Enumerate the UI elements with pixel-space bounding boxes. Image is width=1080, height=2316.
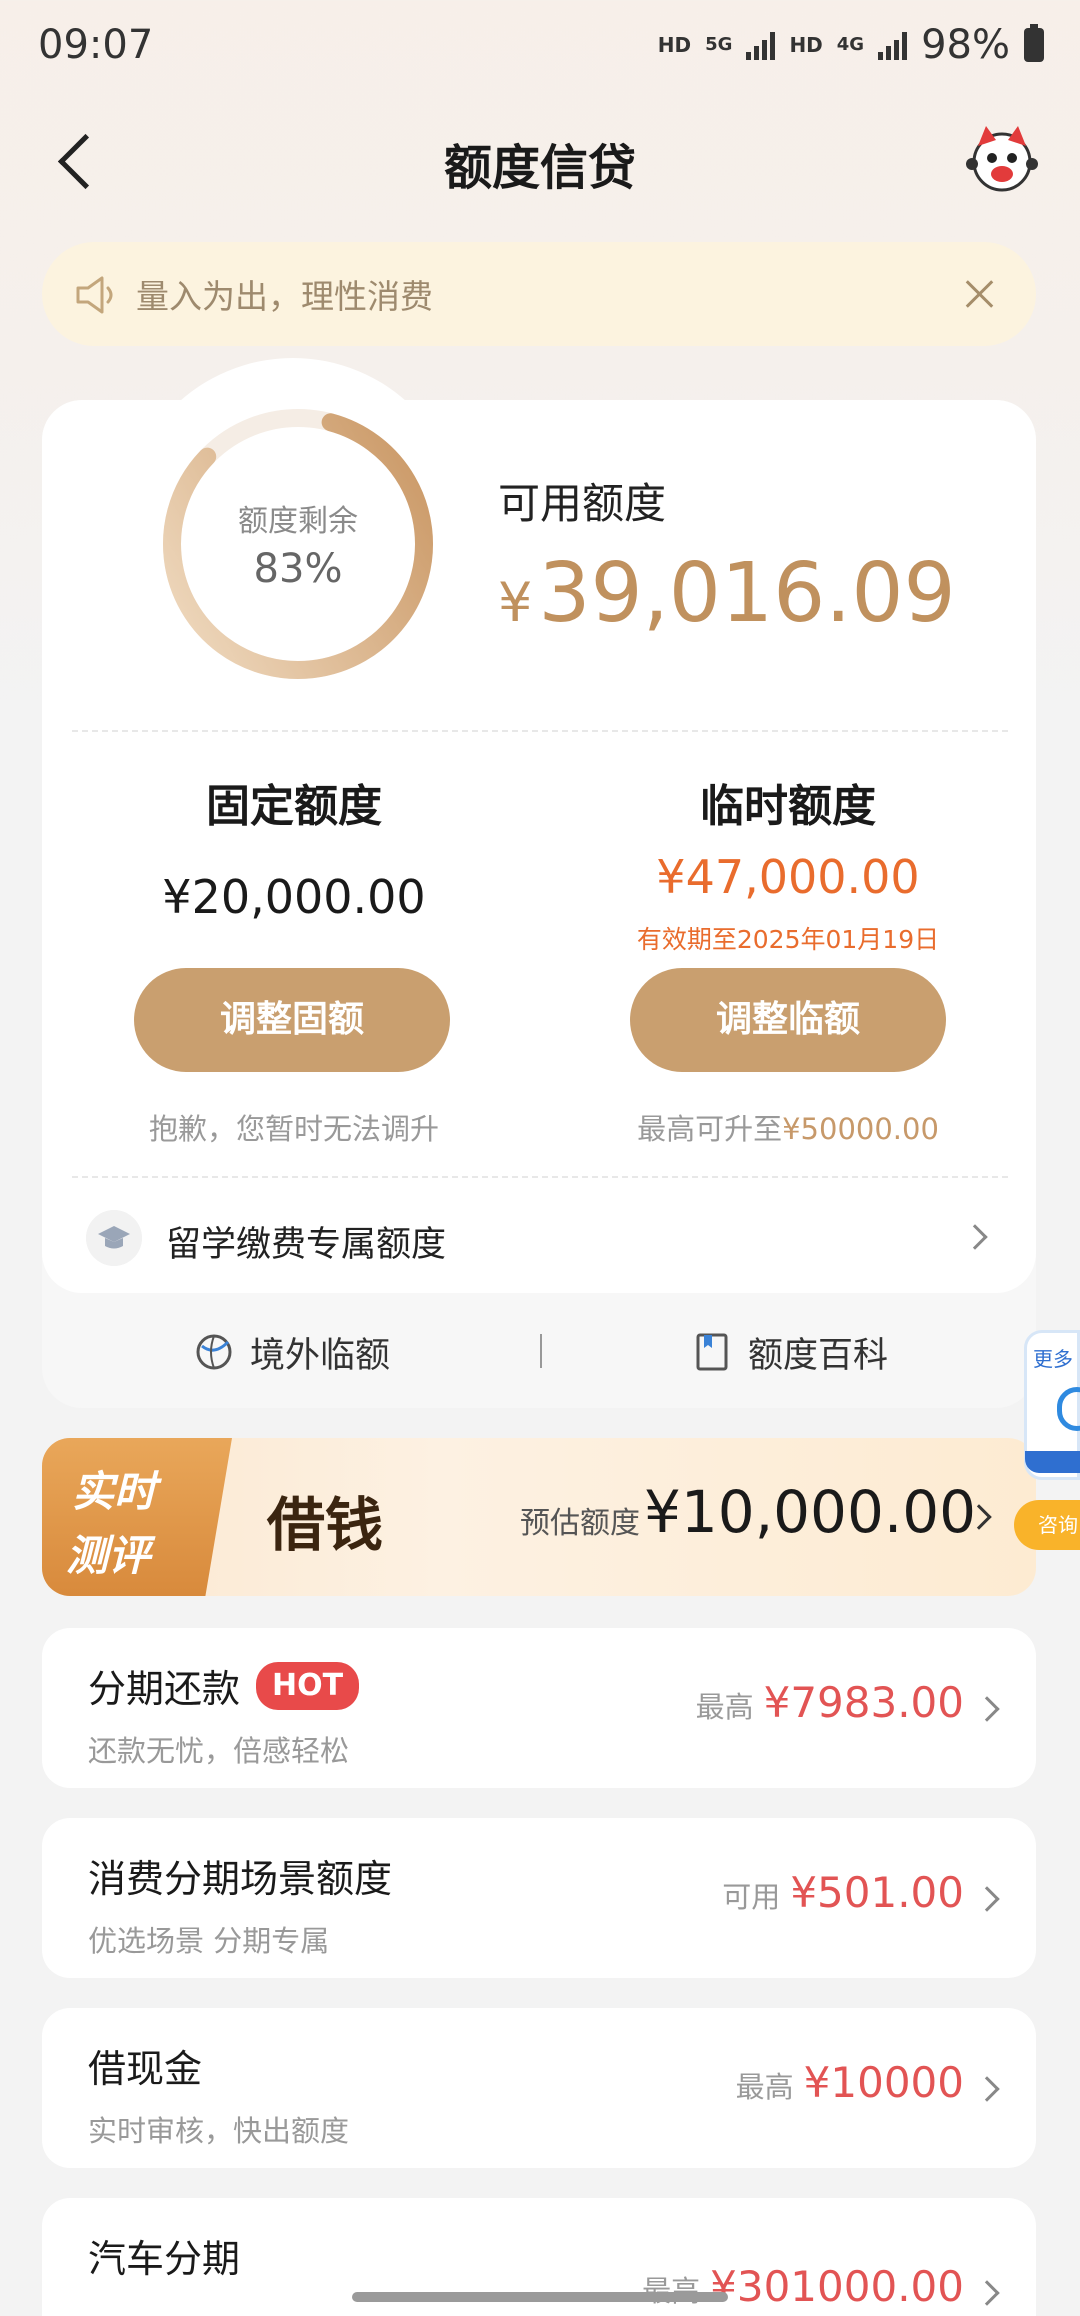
list-item-amount-group: 最高 ¥7983.00 <box>696 1678 964 1727</box>
network-5g-indicator: 5G <box>705 34 733 55</box>
nav-bar: 额度信贷 <box>0 110 1080 210</box>
list-item-title: 借现金 <box>88 2047 203 2091</box>
overseas-credit-link[interactable]: 境外临额 <box>192 1322 390 1382</box>
notice-text: 量入为出，理性消费 <box>136 277 433 316</box>
temporary-credit-value: ¥47,000.00 <box>656 850 920 904</box>
list-item-cash-loan[interactable]: 借现金 实时审核，快出额度 最高 ¥10000 <box>42 2008 1036 2168</box>
adjust-temporary-button[interactable]: 调整临额 <box>630 968 946 1072</box>
divider <box>72 730 1008 732</box>
study-abroad-label: 留学缴费专属额度 <box>166 1225 447 1265</box>
fixed-credit-title: 固定额度 <box>206 781 382 832</box>
list-item-consumer-installment[interactable]: 消费分期场景额度 优选场景 分期专属 可用 ¥501.00 <box>42 1818 1036 1978</box>
mascot-avatar-icon[interactable] <box>964 120 1040 196</box>
credit-encyclopedia-label: 额度百科 <box>748 1335 889 1376</box>
signal-icon <box>746 30 776 60</box>
hd-indicator: HD <box>657 33 692 57</box>
home-indicator[interactable] <box>352 2292 728 2302</box>
temporary-note-max: ¥50000.00 <box>782 1112 939 1146</box>
ring-chart <box>163 409 433 679</box>
available-credit-value: ¥39,016.09 <box>498 546 956 641</box>
list-item-title-text: 分期还款 <box>88 1667 241 1711</box>
widget-base <box>1025 1451 1080 1473</box>
study-abroad-credit-row[interactable]: 留学缴费专属额度 <box>72 1200 1008 1276</box>
amount-value: ¥10000 <box>803 2058 964 2107</box>
amount-value: ¥7983.00 <box>763 1678 964 1727</box>
realtime-eval-tag: 实时 测评 <box>42 1438 232 1596</box>
list-item-title: 分期还款 HOT <box>88 1658 360 1713</box>
amount-value: ¥501.00 <box>790 1868 964 1917</box>
borrow-money-banner[interactable]: 实时 测评 借钱 预估额度 ¥10,000.00 <box>42 1438 1036 1596</box>
battery-icon <box>1024 24 1044 62</box>
chevron-right-icon <box>974 2280 1000 2306</box>
available-credit-amount: 39,016.09 <box>538 546 956 641</box>
temporary-note-prefix: 最高可升至 <box>637 1112 783 1146</box>
amount-prefix: 最高 <box>642 2274 701 2308</box>
tag-line-2: 测评 <box>66 1531 151 1580</box>
close-icon[interactable] <box>952 266 1008 322</box>
divider-2 <box>72 1176 1008 1178</box>
graduation-cap-icon <box>86 1210 142 1266</box>
list-item-amount-group: 最高 ¥10000 <box>736 2058 964 2107</box>
fixed-credit-note: 抱歉，您暂时无法调升 <box>148 1112 439 1146</box>
chevron-right-icon <box>962 1224 988 1250</box>
credit-encyclopedia-link[interactable]: 额度百科 <box>690 1322 888 1382</box>
page-title: 额度信贷 <box>443 140 636 196</box>
chat-bubble-icon <box>1057 1387 1080 1431</box>
temporary-credit-title: 临时额度 <box>700 781 876 832</box>
borrow-money-title: 借钱 <box>267 1491 384 1559</box>
list-item-subtitle: 还款无忧，倍感轻松 <box>88 1734 350 1768</box>
amount-prefix: 可用 <box>722 1880 781 1914</box>
status-time: 09:07 <box>38 22 154 68</box>
overseas-globe-icon <box>196 1334 232 1370</box>
hd-indicator-2: HD <box>789 33 823 57</box>
amount-value: ¥301000.00 <box>710 2262 964 2311</box>
estimate-amount: ¥10,000.00 <box>644 1478 977 1546</box>
list-item-amount-group: 最高 ¥301000.00 <box>642 2262 964 2311</box>
quick-links-separator <box>540 1334 542 1368</box>
temporary-credit-note: 最高可升至¥50000.00 <box>588 1106 988 1148</box>
credit-remaining-ring: 额度剩余 83% <box>158 404 438 684</box>
ring-label: 额度剩余 <box>238 504 358 539</box>
chevron-right-icon <box>974 1886 1000 1912</box>
currency-symbol: ¥ <box>498 571 533 634</box>
more-label: 更多 <box>1033 1347 1073 1371</box>
list-item-subtitle: 优选场景 分期专属 <box>88 1924 330 1958</box>
list-item-title: 汽车分期 <box>88 2237 241 2281</box>
temporary-credit-expiry: 有效期至2025年01月19日 <box>636 925 940 954</box>
list-item-amount-group: 可用 ¥501.00 <box>722 1868 964 1917</box>
available-credit-label: 可用额度 <box>498 479 667 528</box>
ring-percent: 83% <box>253 546 343 592</box>
network-4g-indicator: 4G <box>836 34 865 55</box>
notice-bar: 量入为出，理性消费 <box>42 242 1036 346</box>
adjust-fixed-button[interactable]: 调整固额 <box>134 968 450 1072</box>
estimate-label: 预估额度 <box>520 1506 640 1541</box>
amount-prefix: 最高 <box>735 2070 794 2104</box>
amount-prefix: 最高 <box>695 1690 754 1724</box>
list-item-title: 消费分期场景额度 <box>88 1857 393 1901</box>
consult-float-button[interactable]: 咨询 <box>1014 1500 1080 1550</box>
list-item-installment-repayment[interactable]: 分期还款 HOT 还款无忧，倍感轻松 最高 ¥7983.00 <box>42 1628 1036 1788</box>
speaker-icon <box>76 276 113 314</box>
tag-line-1: 实时 <box>72 1467 157 1516</box>
overseas-credit-label: 境外临额 <box>250 1335 391 1376</box>
status-bar: 09:07 HD 5G HD 4G 98% <box>0 0 1080 96</box>
book-icon <box>696 1333 728 1371</box>
chevron-right-icon <box>974 1696 1000 1722</box>
hot-badge: HOT <box>256 1661 360 1710</box>
more-float-widget[interactable]: 更多 <box>1024 1330 1080 1480</box>
status-icons: HD 5G HD 4G 98% <box>658 22 1044 68</box>
ring-progress <box>163 409 433 679</box>
fixed-credit-value: ¥20,000.00 <box>162 870 426 924</box>
battery-percent: 98% <box>921 22 1010 68</box>
signal-icon-2 <box>878 30 908 60</box>
list-item-subtitle: 实时审核，快出额度 <box>88 2114 350 2148</box>
chevron-right-icon <box>974 2076 1000 2102</box>
